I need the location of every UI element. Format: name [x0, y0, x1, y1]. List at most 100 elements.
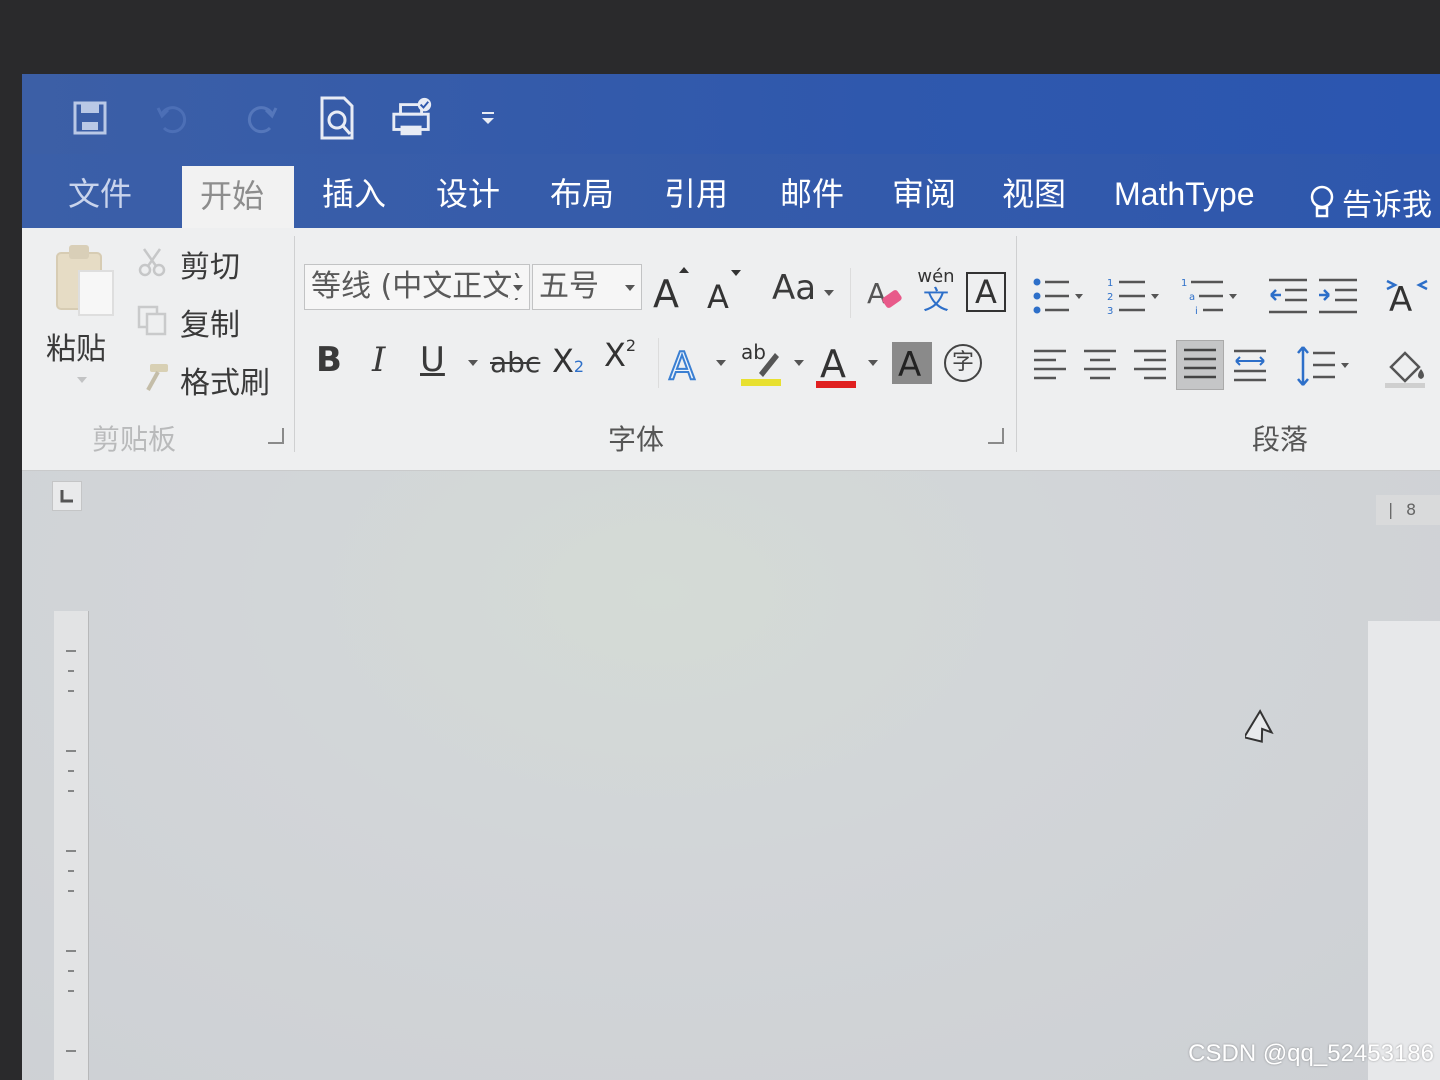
change-case-dropdown-icon[interactable]	[822, 286, 836, 300]
svg-text:1: 1	[1107, 278, 1113, 289]
document-canvas[interactable]: | 8	[22, 471, 1440, 1080]
superscript-x: X	[604, 336, 626, 374]
clipboard-group-label: 剪贴板	[92, 423, 177, 456]
font-color-dropdown-icon[interactable]	[866, 356, 880, 370]
paste-dropdown-icon[interactable]	[72, 372, 92, 388]
tab-home[interactable]: 开始	[182, 166, 294, 232]
group-separator	[658, 338, 659, 388]
font-size-dropdown-icon[interactable]	[620, 278, 640, 298]
tab-design[interactable]: 设计	[418, 164, 518, 224]
subscript-button[interactable]: X2	[552, 342, 584, 380]
paragraph-group-label: 段落	[1252, 423, 1309, 456]
text-effects-icon[interactable]: A	[666, 340, 706, 386]
align-right-icon[interactable]	[1130, 346, 1170, 386]
format-painter-icon[interactable]	[134, 360, 174, 396]
text-effects-dropdown-icon[interactable]	[714, 356, 728, 370]
grow-font-icon[interactable]: A	[650, 264, 690, 312]
vertical-ruler[interactable]	[54, 611, 89, 1080]
print-preview-icon[interactable]	[316, 96, 360, 140]
shrink-font-icon[interactable]: A	[704, 268, 744, 312]
distributed-icon[interactable]	[1230, 346, 1270, 386]
ruler-number: 8	[1406, 500, 1417, 519]
justify-icon[interactable]	[1176, 340, 1224, 390]
line-spacing-icon[interactable]	[1294, 344, 1356, 388]
multilevel-list-icon[interactable]: 1ai	[1180, 276, 1240, 316]
decrease-indent-icon[interactable]	[1266, 276, 1310, 316]
save-icon[interactable]	[68, 96, 112, 140]
font-name-combobox[interactable]: 等线 (中文正文)	[304, 264, 530, 310]
format-painter-button[interactable]: 格式刷	[180, 358, 270, 402]
tab-selector-button[interactable]	[52, 481, 82, 511]
tell-me-label: 告诉我	[1342, 188, 1432, 223]
ribbon-tabs: 文件 开始 插入 设计 布局 引用 邮件 审阅 视图 MathType 告诉我	[22, 154, 1440, 232]
lightbulb-icon	[1310, 185, 1334, 218]
redo-icon[interactable]	[240, 96, 284, 140]
bullets-icon[interactable]	[1030, 276, 1086, 316]
scissors-icon[interactable]	[134, 244, 170, 280]
character-border-button[interactable]: A	[966, 272, 1006, 312]
highlight-color-icon[interactable]: ab	[738, 336, 784, 388]
align-left-icon[interactable]	[1030, 346, 1070, 386]
phonetic-guide-pinyin: wén	[917, 266, 955, 287]
group-separator	[294, 236, 295, 452]
ribbon-home: 粘贴 剪切 复制 格式刷 剪贴板 等线 (中文正文) 五号 A A Aa A w…	[22, 228, 1440, 471]
quick-print-icon[interactable]	[390, 96, 434, 140]
underline-dropdown-icon[interactable]	[466, 356, 480, 370]
horizontal-ruler[interactable]: | 8	[1376, 495, 1440, 525]
bold-button[interactable]: B	[316, 340, 342, 380]
svg-text:a: a	[1189, 292, 1195, 303]
svg-text:A: A	[707, 278, 729, 312]
tab-view[interactable]: 视图	[984, 164, 1084, 224]
font-group-label: 字体	[608, 423, 665, 456]
superscript-button[interactable]: X2	[604, 336, 636, 374]
change-case-button[interactable]: Aa	[772, 268, 816, 308]
align-center-icon[interactable]	[1080, 346, 1120, 386]
subscript-x: X	[552, 342, 574, 380]
undo-icon[interactable]	[150, 96, 194, 140]
numbering-icon[interactable]: 1 2 3	[1106, 276, 1162, 316]
quick-access-toolbar	[22, 74, 1440, 164]
font-name-dropdown-icon[interactable]	[508, 278, 528, 298]
font-name-value: 等线 (中文正文)	[311, 269, 524, 304]
tab-mailings[interactable]: 邮件	[762, 164, 862, 224]
clipboard-launcher-icon[interactable]	[268, 428, 284, 444]
word-window: 文件 开始 插入 设计 布局 引用 邮件 审阅 视图 MathType 告诉我 …	[22, 74, 1440, 1080]
tab-layout[interactable]: 布局	[532, 164, 632, 224]
watermark: CSDN @qq_52453186	[1188, 1040, 1434, 1067]
paste-icon[interactable]	[44, 240, 124, 320]
svg-text:A: A	[898, 345, 921, 382]
left-tab-icon	[60, 490, 73, 503]
strikethrough-button[interactable]: abc	[490, 346, 540, 379]
group-separator	[1016, 236, 1017, 452]
svg-text:i: i	[1195, 306, 1198, 316]
copy-button[interactable]: 复制	[180, 300, 240, 344]
svg-text:A: A	[820, 342, 846, 386]
enclose-characters-button[interactable]: 字	[944, 344, 982, 382]
tab-mathtype[interactable]: MathType	[1096, 164, 1273, 224]
italic-button[interactable]: I	[372, 340, 385, 380]
increase-indent-icon[interactable]	[1316, 276, 1360, 316]
tab-references[interactable]: 引用	[646, 164, 746, 224]
svg-text:ab: ab	[741, 340, 766, 364]
chinese-layout-icon[interactable]: A	[1384, 274, 1430, 318]
customize-toolbar-icon[interactable]	[466, 96, 510, 140]
ruler-ticks	[66, 650, 76, 1052]
copy-icon[interactable]	[134, 302, 170, 338]
cut-button[interactable]: 剪切	[180, 242, 240, 286]
font-launcher-icon[interactable]	[988, 428, 1004, 444]
tell-me-box[interactable]: 告诉我	[1308, 180, 1432, 224]
paragraph-shading-icon[interactable]	[1382, 344, 1432, 390]
font-color-icon[interactable]: A	[814, 338, 858, 390]
underline-button[interactable]: U	[420, 340, 445, 380]
phonetic-guide-button[interactable]: wén 文	[916, 268, 956, 318]
clear-formatting-icon[interactable]: A	[864, 272, 908, 316]
tab-insert[interactable]: 插入	[304, 164, 404, 224]
svg-text:A: A	[669, 344, 695, 385]
character-shading-icon[interactable]: A	[892, 342, 932, 384]
svg-text:3: 3	[1107, 306, 1113, 316]
highlight-dropdown-icon[interactable]	[792, 356, 806, 370]
tab-file[interactable]: 文件	[50, 164, 150, 224]
tab-review[interactable]: 审阅	[874, 164, 974, 224]
paste-label[interactable]: 粘贴	[46, 324, 106, 368]
superscript-mark: 2	[625, 336, 637, 355]
